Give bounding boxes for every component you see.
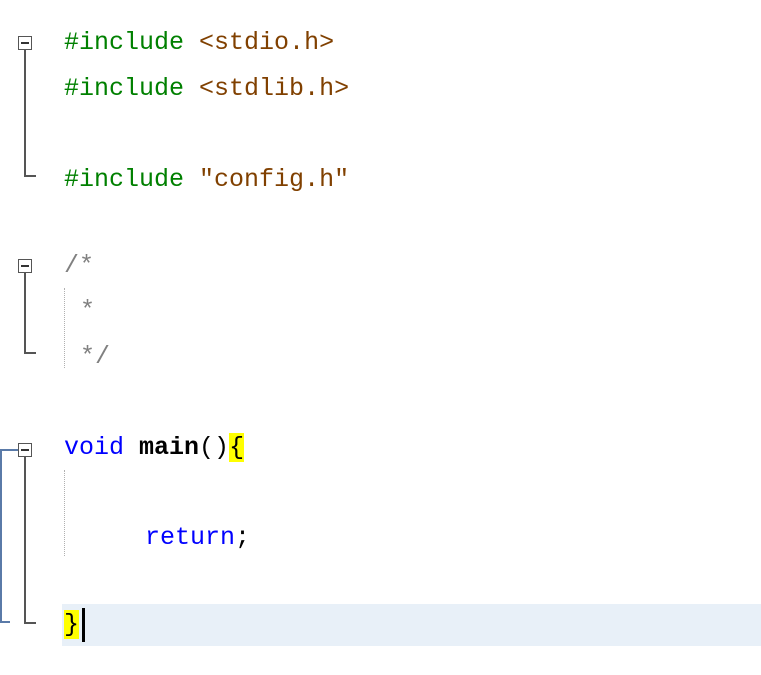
- comment-text: /*: [64, 251, 95, 280]
- code-line-14[interactable]: }: [64, 602, 80, 648]
- indent-guide: [64, 470, 65, 556]
- fold-range-line: [24, 50, 26, 176]
- keyword-void: void: [64, 433, 125, 462]
- brace-close-match: }: [64, 610, 80, 639]
- text-caret: [82, 608, 85, 642]
- fold-range-line: [24, 273, 26, 353]
- code-line-6[interactable]: /*: [64, 243, 94, 289]
- scope-bar-top: [0, 449, 18, 451]
- indent-guide: [64, 288, 65, 368]
- fold-toggle-icon[interactable]: [18, 443, 32, 457]
- scope-bar-bottom: [0, 621, 10, 623]
- code-line-2[interactable]: #include <stdlib.h>: [64, 66, 349, 112]
- fold-toggle-icon[interactable]: [18, 259, 32, 273]
- code-line-4[interactable]: #include "config.h": [64, 157, 349, 203]
- code-line-7[interactable]: *: [80, 288, 95, 334]
- semicolon: ;: [235, 523, 251, 552]
- code-line-8[interactable]: */: [80, 334, 110, 380]
- fold-range-end: [24, 622, 36, 624]
- fold-range-end: [24, 352, 36, 354]
- preprocessor-directive: #include: [64, 165, 185, 194]
- fold-range-line: [24, 457, 26, 623]
- fold-range-end: [24, 175, 36, 177]
- code-editor[interactable]: #include <stdio.h> #include <stdlib.h> #…: [0, 0, 761, 675]
- code-line-1[interactable]: #include <stdio.h>: [64, 20, 334, 66]
- preprocessor-directive: #include: [64, 74, 185, 103]
- comment-text: */: [80, 342, 111, 371]
- preprocessor-directive: #include: [64, 28, 185, 57]
- scope-bar-vertical: [0, 449, 2, 623]
- function-name: main: [139, 433, 200, 462]
- parens: (): [199, 433, 230, 462]
- comment-text: *: [80, 296, 96, 325]
- keyword-return: return: [145, 523, 236, 552]
- include-file: "config.h": [199, 165, 350, 194]
- current-line-highlight: [62, 604, 761, 646]
- code-line-12[interactable]: return;: [145, 515, 250, 561]
- include-file: <stdlib.h>: [199, 74, 350, 103]
- include-file: <stdio.h>: [199, 28, 335, 57]
- code-line-10[interactable]: void main(){: [64, 425, 245, 471]
- brace-open-match: {: [229, 433, 245, 462]
- fold-toggle-icon[interactable]: [18, 36, 32, 50]
